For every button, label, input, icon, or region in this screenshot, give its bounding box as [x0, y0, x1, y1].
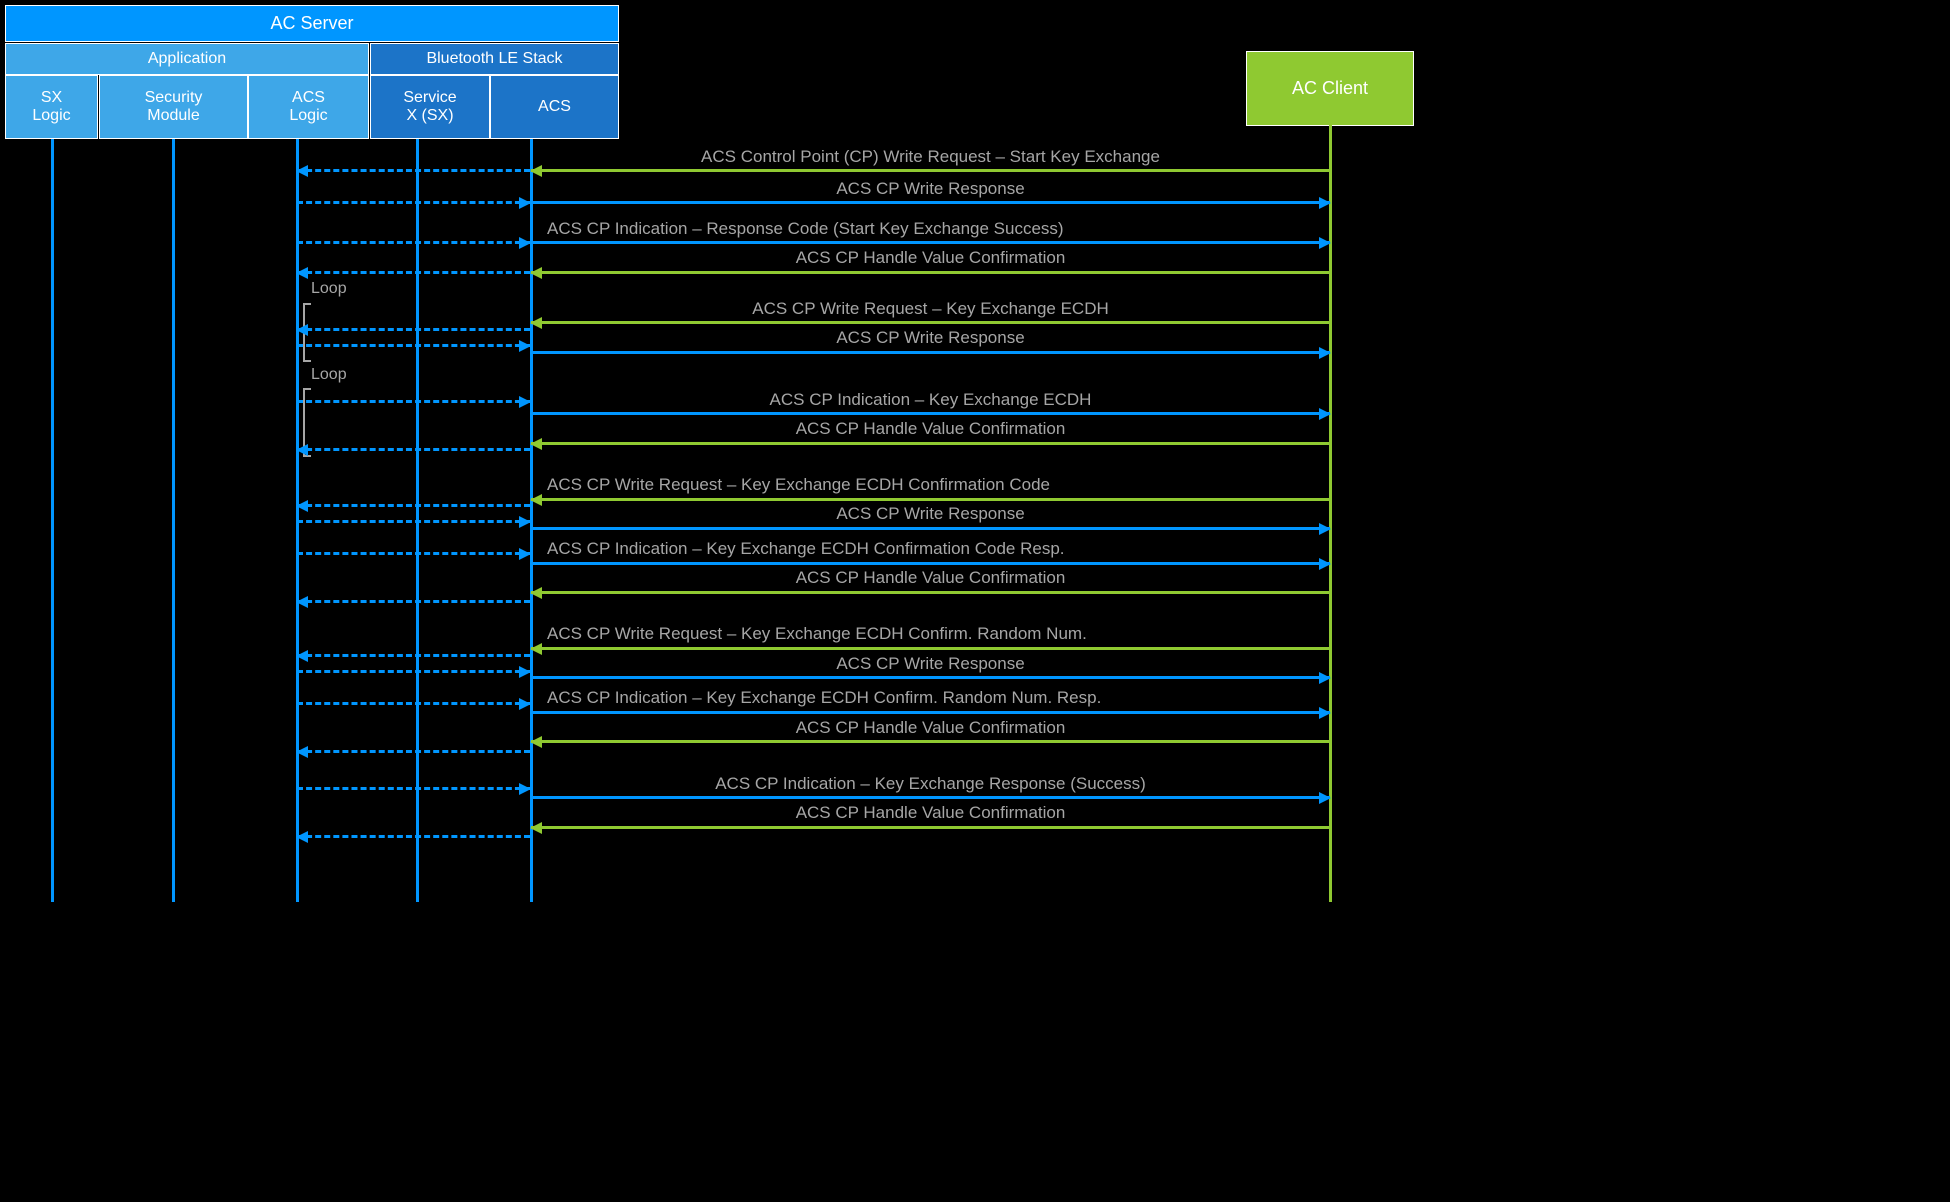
arrow-main-16: [531, 796, 1330, 799]
msg-label-6: ACS CP Indication – Key Exchange ECDH: [531, 390, 1330, 410]
arrow-sub-6: [297, 400, 530, 403]
msg-label-0: ACS Control Point (CP) Write Request – S…: [531, 147, 1330, 167]
arrow-main-1: [531, 201, 1330, 204]
arrow-sub-8: [297, 504, 530, 507]
header-acs: ACS: [490, 75, 619, 139]
loop-label-1: Loop: [311, 366, 347, 384]
arrow-main-8: [531, 498, 1330, 501]
arrow-sub-5: [297, 344, 530, 347]
arrow-main-15: [531, 740, 1330, 743]
arrow-sub-16: [297, 787, 530, 790]
header-ble_stack: Bluetooth LE Stack: [370, 43, 619, 75]
arrow-main-17: [531, 826, 1330, 829]
msg-label-12: ACS CP Write Request – Key Exchange ECDH…: [547, 624, 1087, 644]
arrow-main-4: [531, 321, 1330, 324]
arrow-main-5: [531, 351, 1330, 354]
msg-label-17: ACS CP Handle Value Confirmation: [531, 803, 1330, 823]
arrow-main-3: [531, 271, 1330, 274]
arrow-sub-0: [297, 169, 530, 172]
header-ac_client: AC Client: [1246, 51, 1414, 126]
msg-label-9: ACS CP Write Response: [531, 504, 1330, 524]
msg-label-11: ACS CP Handle Value Confirmation: [531, 568, 1330, 588]
loop-label-0: Loop: [311, 280, 347, 298]
msg-label-7: ACS CP Handle Value Confirmation: [531, 419, 1330, 439]
arrow-sub-1: [297, 201, 530, 204]
header-sec_module: SecurityModule: [99, 75, 248, 139]
arrow-main-0: [531, 169, 1330, 172]
arrow-main-9: [531, 527, 1330, 530]
msg-label-8: ACS CP Write Request – Key Exchange ECDH…: [547, 475, 1050, 495]
arrow-sub-12: [297, 654, 530, 657]
msg-label-1: ACS CP Write Response: [531, 179, 1330, 199]
msg-label-16: ACS CP Indication – Key Exchange Respons…: [531, 774, 1330, 794]
msg-label-5: ACS CP Write Response: [531, 328, 1330, 348]
arrow-sub-10: [297, 552, 530, 555]
arrow-sub-14: [297, 702, 530, 705]
arrow-sub-7: [297, 448, 530, 451]
arrow-sub-9: [297, 520, 530, 523]
sequence-diagram: AC ServerApplicationBluetooth LE Stack SX…: [0, 0, 1462, 902]
header-application: Application: [5, 43, 369, 75]
arrow-main-10: [531, 562, 1330, 565]
arrow-main-6: [531, 412, 1330, 415]
msg-label-2: ACS CP Indication – Response Code (Start…: [547, 219, 1064, 239]
arrow-sub-15: [297, 750, 530, 753]
msg-label-13: ACS CP Write Response: [531, 654, 1330, 674]
msg-label-14: ACS CP Indication – Key Exchange ECDH Co…: [547, 688, 1101, 708]
lifeline-security_module: [172, 139, 175, 902]
msg-label-10: ACS CP Indication – Key Exchange ECDH Co…: [547, 539, 1065, 559]
arrow-sub-11: [297, 600, 530, 603]
arrow-main-11: [531, 591, 1330, 594]
msg-label-15: ACS CP Handle Value Confirmation: [531, 718, 1330, 738]
arrow-sub-3: [297, 271, 530, 274]
arrow-sub-17: [297, 835, 530, 838]
arrow-main-7: [531, 442, 1330, 445]
header-service_x: ServiceX (SX): [370, 75, 490, 139]
arrow-main-13: [531, 676, 1330, 679]
msg-label-4: ACS CP Write Request – Key Exchange ECDH: [531, 299, 1330, 319]
header-sx_logic: SXLogic: [5, 75, 98, 139]
arrow-main-12: [531, 647, 1330, 650]
arrow-main-2: [531, 241, 1330, 244]
arrow-sub-4: [297, 328, 530, 331]
lifeline-sx_logic: [51, 139, 54, 902]
msg-label-3: ACS CP Handle Value Confirmation: [531, 248, 1330, 268]
header-ac_server: AC Server: [5, 5, 619, 42]
arrow-sub-13: [297, 670, 530, 673]
arrow-sub-2: [297, 241, 530, 244]
header-acs_logic: ACSLogic: [248, 75, 369, 139]
arrow-main-14: [531, 711, 1330, 714]
